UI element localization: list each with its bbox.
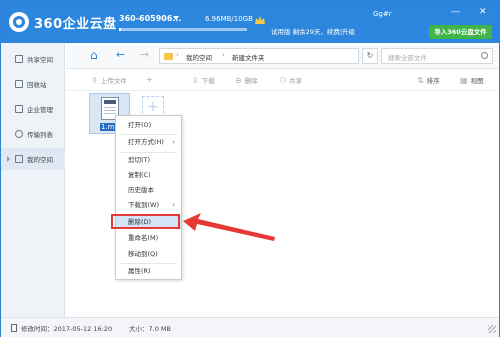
title-bar: 360企业云盘 360-605906... 6.96MB/10GB 试用版 剩余… [1,1,499,43]
menu-divider [121,152,177,153]
search-placeholder: 搜索全部文件 [388,54,427,62]
recycle-bin-icon [15,80,23,88]
menu-item-label: 打开方式(H) [128,138,164,146]
crown-icon [255,16,265,24]
app-logo: 360企业云盘 [9,11,117,33]
app-window: 360企业云盘 360-605906... 6.96MB/10GB 试用版 剩余… [0,0,500,337]
sort-icon: ⇅ [417,75,424,85]
breadcrumb-separator: › [222,51,225,59]
minimize-button[interactable]: — [451,7,460,17]
plus-icon: + [146,75,153,84]
search-icon[interactable] [481,52,488,59]
share-button[interactable]: ⚇ 共享 [279,75,303,86]
import-360-button[interactable]: 导入360云盘文件 [429,25,492,39]
sidebar-item-enterprise[interactable]: 企业管理 [1,98,65,120]
chevron-down-icon[interactable] [173,16,179,20]
back-button[interactable]: ← [116,49,125,61]
my-space-icon [15,155,23,163]
menu-item-label: 复制(C) [128,171,151,179]
menu-item-label: 剪切(T) [128,156,151,164]
menu-item-label: 重命名(M) [128,234,159,242]
view-button[interactable]: ▦ 视图 [460,75,484,86]
sidebar-item-my-space[interactable]: 我的空间 [1,148,65,170]
folder-icon [164,53,173,60]
sidebar-item-label: 企业管理 [27,106,53,114]
menu-item-copy[interactable]: 复制(C) [116,169,181,182]
transfer-icon [15,130,23,138]
breadcrumb-my-space[interactable]: 我的空间 [186,52,212,62]
menu-item-label: 下载到(W) [128,201,159,209]
logo-icon [9,12,29,32]
menu-item-download-to[interactable]: 下载到(W) › [116,199,181,212]
sidebar-item-label: 我的空间 [27,156,53,164]
share-label: 共享 [289,77,303,85]
menu-item-history[interactable]: 历史版本 [116,184,181,197]
sidebar-item-label: 共享空间 [27,56,53,64]
resize-grip-icon[interactable] [488,325,496,333]
menu-item-rename[interactable]: 重命名(M) [116,232,181,245]
forward-button[interactable]: → [140,49,149,61]
breadcrumb[interactable]: › 我的空间 › 新建文件夹 [159,48,359,64]
trash-icon: ⊖ [235,75,242,85]
menu-item-cut[interactable]: 剪切(T) [116,154,181,167]
context-menu: 打开(O) 打开方式(H) › 剪切(T) 复制(C) 历史版本 下载到(W) › … [115,115,182,280]
upload-button[interactable]: ⇪ 上传文件 [91,75,127,86]
storage-quota-bar [119,28,247,31]
menu-divider [121,134,177,135]
delete-label: 删除 [244,77,258,85]
menu-item-label: 属性(R) [128,267,151,275]
upload-label: 上传文件 [100,77,127,85]
app-title: 360企业云盘 [34,16,117,32]
enterprise-icon [15,105,23,113]
status-bar: 修改时间：2017-05-12 16:20 大小：7.0 MB [1,317,499,337]
menu-item-open-with[interactable]: 打开方式(H) › [116,136,181,149]
chevron-right-icon: › [172,138,175,146]
file-size: 大小：7.0 MB [129,325,171,333]
menu-divider [121,263,177,264]
breadcrumb-separator: › [176,51,179,59]
sidebar-item-label: 回收站 [27,81,47,89]
trial-status[interactable]: 试用版 剩余29天，续费|升级 [271,26,355,36]
chevron-right-icon [7,156,10,162]
breadcrumb-new-folder[interactable]: 新建文件夹 [232,52,265,62]
sort-label: 排序 [426,77,440,85]
pointer-arrow-icon [183,213,275,241]
menu-item-move-to[interactable]: 移动到(Q) [116,248,181,261]
sidebar-item-recycle-bin[interactable]: 回收站 [1,73,65,95]
share-icon: ⚇ [279,75,287,85]
sort-button[interactable]: ⇅ 排序 [417,75,440,86]
sidebar-item-label: 传输列表 [27,131,53,139]
navigation-bar: ⌂ ← → › 我的空间 › 新建文件夹 ↻ 搜索全部文件 [66,43,499,69]
sidebar-item-shared-space[interactable]: 共享空间 [1,48,65,70]
user-name[interactable]: Gg#r [373,10,392,18]
menu-item-label: 历史版本 [128,186,154,194]
delete-button[interactable]: ⊖ 删除 [235,75,258,86]
chevron-right-icon: › [172,201,175,209]
new-button[interactable]: + [146,75,156,84]
sidebar-item-transfers[interactable]: 传输列表 [1,123,65,145]
storage-quota-fill [119,28,121,31]
download-button[interactable]: ⇩ 下载 [192,75,215,86]
highlight-box [111,214,180,229]
view-label: 视图 [470,77,484,85]
download-icon: ⇩ [192,75,199,85]
file-name: 1.m [100,123,116,131]
file-icon [11,324,17,332]
menu-item-label: 移动到(Q) [128,250,158,258]
home-button[interactable]: ⌂ [90,49,98,61]
close-button[interactable]: ✕ [479,7,487,17]
menu-item-label: 打开(O) [128,121,152,129]
refresh-button[interactable]: ↻ [362,48,378,64]
sidebar: 共享空间 回收站 企业管理 传输列表 我的空间 [1,43,65,317]
modified-time: 修改时间：2017-05-12 16:20 [21,325,113,333]
grid-view-icon: ▦ [460,75,468,85]
storage-usage: 6.96MB/10GB [205,15,253,23]
share-icon [15,55,23,63]
menu-item-open[interactable]: 打开(O) [116,119,181,132]
menu-item-properties[interactable]: 属性(R) [116,265,181,278]
toolbar: ⇪ 上传文件 + ⇩ 下载 ⊖ 删除 ⚇ 共享 ⇅ 排序 ▦ 视图 [66,69,499,91]
download-label: 下载 [201,77,215,85]
search-input[interactable]: 搜索全部文件 [381,48,493,64]
upload-icon: ⇪ [91,75,98,85]
